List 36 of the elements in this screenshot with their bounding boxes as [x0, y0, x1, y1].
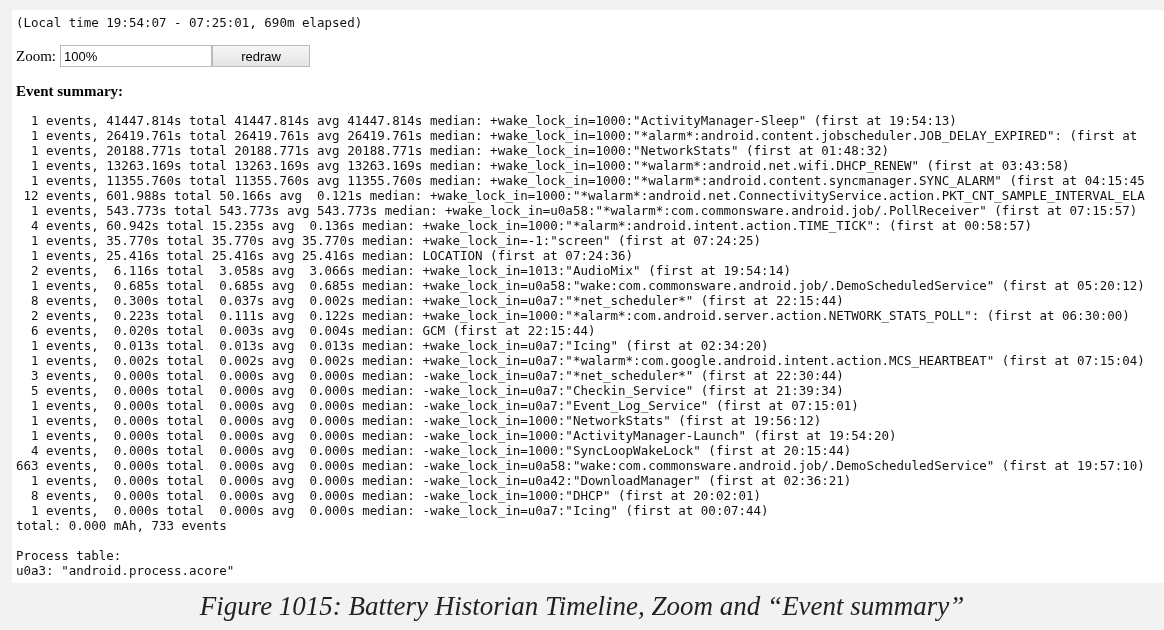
event-line: 1 events, 35.770s total 35.770s avg 35.770s median: +wake_lock_in=-1:"screen" (first at 07:24:25)	[30, 233, 762, 248]
local-time-text: (Local time 19:54:07 - 07:25:01, 690m elapsed)	[16, 15, 364, 30]
event-line: 1 events, 41447.814s total 41447.814s avg 41447.814s median: +wake_lock_in=1000:"ActivityManager-Sleep" (first at 19:54:13)	[30, 113, 957, 128]
event-line: 1 events, 0.000s total 0.000s avg 0.000s median: -wake_lock_in=1000:"ActivityManager-Launch" (first at 19:54:20)	[30, 428, 897, 443]
zoom-field[interactable]: 100%	[60, 45, 212, 67]
event-line: 1 events, 0.685s total 0.685s avg 0.685s median: +wake_lock_in=u0a58:"wake:com.commonsware.android.job/.DemoScheduledService" (first at 05:20:12)	[30, 278, 1145, 293]
event-line: 1 events, 0.013s total 0.013s avg 0.013s median: +wake_lock_in=u0a7:"Icing" (first at 02:34:20)	[30, 338, 769, 353]
figure-caption: Figure 1015: Battery Historian Timeline, Zoom and “Event summary”	[199, 591, 965, 622]
event-line: 12 events, 601.988s total 50.166s avg 0.121s median: +wake_lock_in=1000:"*walarm*:android.net.ConnectivityService.action.PKT_CNT_SAMPLE_INTERVAL_ELA	[22, 188, 1145, 203]
event-line: 1 events, 11355.760s total 11355.760s avg 11355.760s median: +wake_lock_in=1000:"*walarm*:android.content.syncmanager.SYNC_ALARM" (first at 04:15:45	[30, 173, 1145, 188]
event-line: 1 events, 26419.761s total 26419.761s avg 26419.761s median: +wake_lock_in=1000:"*alarm*:android.content.jobscheduler.JOB_DELAY_EXPIRED": (first at	[30, 128, 1138, 143]
event-summary-heading: Event summary:	[16, 83, 125, 99]
zoom-label: Zoom:	[16, 47, 56, 65]
process-table-heading: Process table:	[16, 548, 122, 563]
total-line: total: 0.000 mAh, 733 events	[16, 518, 227, 533]
event-line: 8 events, 0.000s total 0.000s avg 0.000s median: -wake_lock_in=1000:"DHCP" (first at 20:02:01)	[30, 488, 762, 503]
event-line: 4 events, 60.942s total 15.235s avg 0.136s median: +wake_lock_in=1000:"*alarm*:android.intent.action.TIME_TICK": (first at 00:58:57)	[30, 218, 1032, 233]
event-line: 1 events, 0.002s total 0.002s avg 0.002s median: +wake_lock_in=u0a7:"*walarm*:com.google.android.intent.action.MCS_HEARTBEAT" (first at 07:15:04)	[30, 353, 1145, 368]
event-line: 1 events, 0.000s total 0.000s avg 0.000s median: -wake_lock_in=u0a7:"Icing" (first at 00:07:44)	[30, 503, 769, 518]
process-line: u0a3: "android.process.acore"	[16, 563, 235, 578]
event-line: 4 events, 0.000s total 0.000s avg 0.000s median: -wake_lock_in=1000:"SyncLoopWakeLock" (first at 20:15:44)	[30, 443, 852, 458]
event-line: 2 events, 0.223s total 0.111s avg 0.122s median: +wake_lock_in=1000:"*alarm*:com.android.server.action.NETWORK_STATS_POLL": (first at 06:30:00)	[30, 308, 1130, 323]
event-line: 5 events, 0.000s total 0.000s avg 0.000s median: -wake_lock_in=u0a7:"Checkin_Service" (first at 21:39:34)	[30, 383, 844, 398]
event-line: 6 events, 0.020s total 0.003s avg 0.004s median: GCM (first at 22:15:44)	[30, 323, 596, 338]
event-line: 1 events, 543.773s total 543.773s avg 543.773s median: +wake_lock_in=u0a58:"*walarm*:com.commonsware.android.job/.PollReceiver" (first at 07:15:57)	[30, 203, 1138, 218]
event-line: 2 events, 6.116s total 3.058s avg 3.066s median: +wake_lock_in=1013:"AudioMix" (first at 19:54:14)	[30, 263, 792, 278]
event-line: 8 events, 0.300s total 0.037s avg 0.002s median: +wake_lock_in=u0a7:"*net_scheduler*" (first at 22:15:44)	[30, 293, 844, 308]
event-line: 1 events, 13263.169s total 13263.169s avg 13263.169s median: +wake_lock_in=1000:"*walarm*:android.net.wifi.DHCP_RENEW" (first at 03:43:58)	[30, 158, 1070, 173]
event-line: 1 events, 0.000s total 0.000s avg 0.000s median: -wake_lock_in=1000:"NetworkStats" (first at 19:56:12)	[30, 413, 822, 428]
event-line: 1 events, 0.000s total 0.000s avg 0.000s median: -wake_lock_in=u0a7:"Event_Log_Service" (first at 07:15:01)	[30, 398, 859, 413]
event-line: 663 events, 0.000s total 0.000s avg 0.000s median: -wake_lock_in=u0a58:"wake:com.commonsware.android.job/.DemoScheduledService" (first at 19:57:10)	[16, 458, 1145, 473]
event-line: 1 events, 0.000s total 0.000s avg 0.000s median: -wake_lock_in=u0a42:"DownloadManager" (first at 02:36:21)	[30, 473, 852, 488]
event-line: 1 events, 25.416s total 25.416s avg 25.416s median: LOCATION (first at 07:24:36)	[30, 248, 634, 263]
redraw-button[interactable]: redraw	[212, 45, 310, 67]
event-line: 3 events, 0.000s total 0.000s avg 0.000s median: -wake_lock_in=u0a7:"*net_scheduler*" (first at 22:30:44)	[30, 368, 844, 383]
event-line: 1 events, 20188.771s total 20188.771s avg 20188.771s median: +wake_lock_in=1000:"NetworkStats" (first at 01:48:32)	[30, 143, 889, 158]
